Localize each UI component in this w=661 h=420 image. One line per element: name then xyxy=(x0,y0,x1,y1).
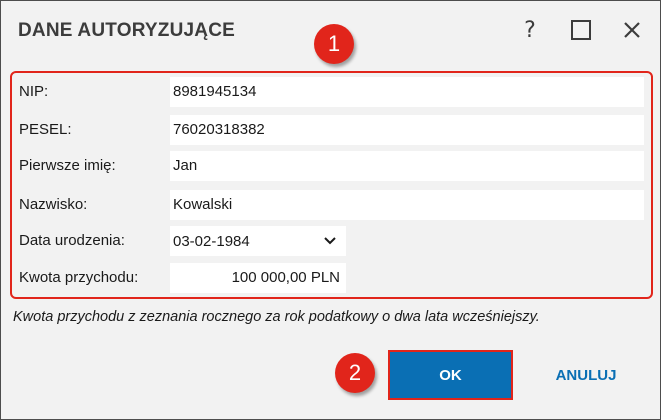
chevron-down-icon xyxy=(324,237,336,245)
close-button[interactable] xyxy=(617,15,647,45)
birth-date-select[interactable]: 03-02-1984 xyxy=(170,226,346,256)
pesel-label: PESEL: xyxy=(19,121,72,138)
income-label: Kwota przychodu: xyxy=(19,269,139,286)
maximize-button[interactable] xyxy=(566,15,596,45)
pesel-field[interactable]: 76020318382 xyxy=(170,115,644,145)
birth-date-row: Data urodzenia: 03-02-1984 xyxy=(12,226,651,256)
first-name-row: Pierwsze imię: Jan xyxy=(12,151,651,181)
pesel-row: PESEL: 76020318382 xyxy=(12,115,651,145)
last-name-field[interactable]: Kowalski xyxy=(170,190,644,220)
authorization-dialog: DANE AUTORYZUJĄCE ? NIP: 8981945134 PESE… xyxy=(0,0,661,420)
first-name-label: Pierwsze imię: xyxy=(19,157,116,174)
nip-field[interactable]: 8981945134 xyxy=(170,77,644,107)
cancel-button[interactable]: ANULUJ xyxy=(531,350,641,400)
income-row: Kwota przychodu: 100 000,00 PLN xyxy=(12,263,651,293)
callout-badge-2: 2 xyxy=(335,353,375,393)
ok-button[interactable]: OK xyxy=(388,350,513,400)
first-name-field[interactable]: Jan xyxy=(170,151,644,181)
callout-badge-1: 1 xyxy=(314,24,354,64)
fields-highlight-box: NIP: 8981945134 PESEL: 76020318382 Pierw… xyxy=(10,71,653,299)
income-field[interactable]: 100 000,00 PLN xyxy=(170,263,346,293)
close-icon xyxy=(624,22,640,38)
last-name-label: Nazwisko: xyxy=(19,196,88,213)
last-name-row: Nazwisko: Kowalski xyxy=(12,190,651,220)
nip-row: NIP: 8981945134 xyxy=(12,77,651,107)
help-button[interactable]: ? xyxy=(515,15,545,45)
dialog-title: DANE AUTORYZUJĄCE xyxy=(18,20,235,41)
maximize-icon xyxy=(571,20,591,40)
birth-date-label: Data urodzenia: xyxy=(19,232,125,249)
nip-label: NIP: xyxy=(19,83,49,100)
birth-date-value: 03-02-1984 xyxy=(173,232,250,250)
income-hint: Kwota przychodu z zeznania rocznego za r… xyxy=(13,309,540,325)
